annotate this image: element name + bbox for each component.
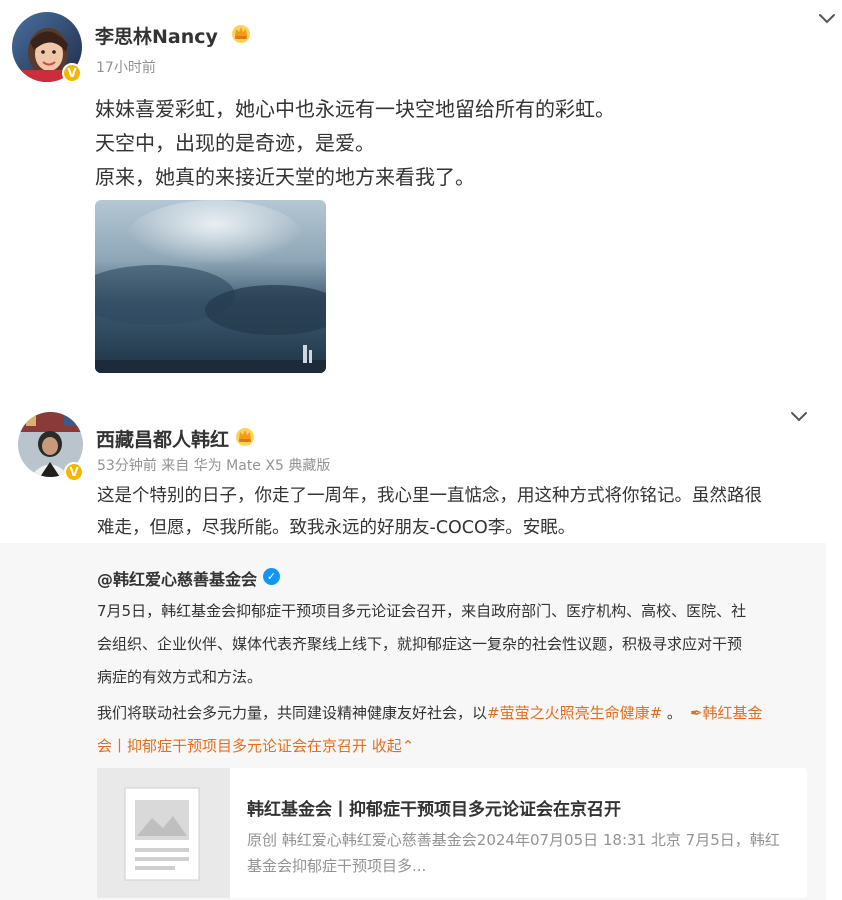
article-thumbnail [97, 768, 230, 898]
chevron-down-icon[interactable] [788, 405, 810, 427]
verified-check-icon: ✓ [263, 568, 280, 585]
card-description: 基金会抑郁症干预项目多... [247, 857, 427, 875]
verified-badge-icon: V [64, 462, 84, 482]
link-icon: ✒ [689, 704, 703, 722]
article-link[interactable]: 韩红基金 [703, 704, 763, 722]
member-crown-icon [236, 428, 254, 446]
username[interactable]: 李思林Nancy [95, 22, 218, 49]
repost-text-line: 会组织、企业伙伴、媒体代表齐聚线上线下，就抑郁症这一复杂的社会性议题，积极寻求应… [97, 635, 743, 653]
chevron-down-icon[interactable] [816, 7, 838, 29]
verified-badge-icon: V [62, 63, 82, 83]
post-text-line: 这是个特别的日子，你走了一周年，我心里一直惦念，用这种方式将你铭记。虽然路很 [97, 486, 762, 506]
post-text-line: 难走，但愿，尽我所能。致我永远的好朋友-COCO李。安眠。 [97, 518, 576, 538]
repost-text: 我们将联动社会多元力量，共同建设精神健康友好社会，以 [97, 704, 488, 722]
article-link[interactable]: 会丨抑郁症干预项目多元论证会在京召开 [97, 737, 367, 755]
repost-text: 。 [662, 704, 682, 722]
card-title[interactable]: 韩红基金会丨抑郁症干预项目多元论证会在京召开 [247, 795, 621, 820]
post-text-line: 天空中，出现的是奇迹，是爱。 [95, 131, 375, 155]
hashtag-link[interactable]: #萤萤之火照亮生命健康# [487, 704, 662, 722]
post-text-line: 原来，她真的来接近天堂的地方来看我了。 [95, 165, 475, 189]
post-text-line: 妹妹喜爱彩虹，她心中也永远有一块空地留给所有的彩虹。 [95, 97, 615, 121]
post-time: 17小时前 [96, 60, 156, 76]
post-image[interactable] [95, 200, 326, 373]
repost-text-line: 病症的有效方式和方法。 [97, 668, 263, 686]
chevron-up-icon[interactable]: ⌃ [402, 737, 415, 755]
repost-username[interactable]: @韩红爱心慈善基金会 [97, 566, 257, 590]
collapse-link[interactable]: 收起 [367, 737, 402, 755]
member-crown-icon [232, 25, 250, 43]
repost-text-line: 我们将联动社会多元力量，共同建设精神健康友好社会，以#萤萤之火照亮生命健康# 。… [97, 702, 763, 723]
card-description: 原创 韩红爱心韩红爱心慈善基金会2024年07月05日 18:31 北京 7月5… [247, 831, 780, 849]
username[interactable]: 西藏昌都人韩红 [96, 425, 229, 452]
repost-text-line: 7月5日，韩红基金会抑郁症干预项目多元论证会召开，来自政府部门、医疗机构、高校、… [97, 602, 747, 620]
repost-text-line: 会丨抑郁症干预项目多元论证会在京召开 收起⌃ [97, 735, 414, 756]
post-meta: 53分钟前 来自 华为 Mate X5 典藏版 [97, 458, 331, 474]
